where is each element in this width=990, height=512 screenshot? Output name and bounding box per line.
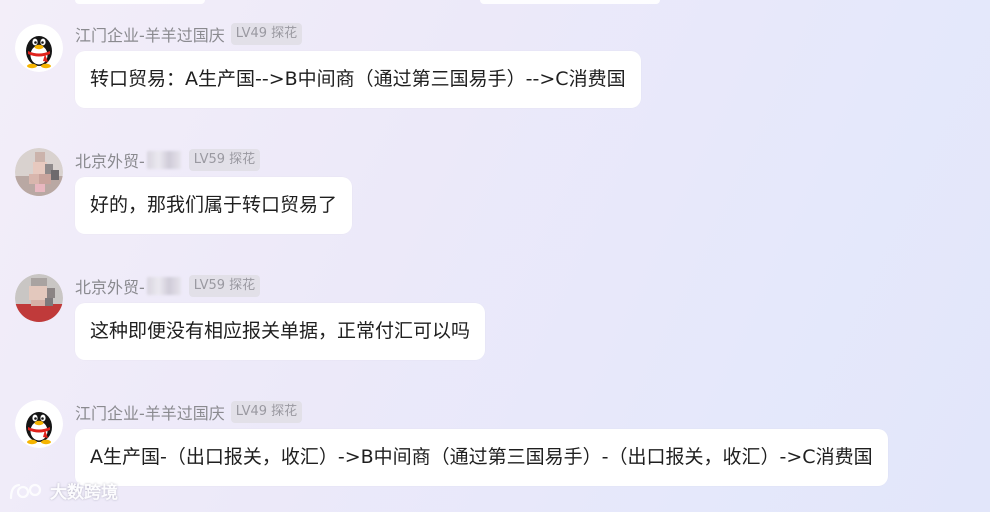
previous-bubble-fragment [480, 0, 660, 4]
watermark: 大数跨境 [8, 478, 118, 503]
sender-line: 北京外贸- LV59 探花 [75, 148, 261, 172]
sender-name[interactable]: 江门企业-羊羊过国庆 [75, 400, 225, 424]
redacted-name-block [146, 277, 181, 295]
blurred-photo-icon [15, 274, 63, 322]
message-bubble[interactable]: 这种即便没有相应报关单据，正常付汇可以吗 [75, 303, 486, 360]
qq-penguin-icon [15, 24, 63, 72]
blurred-photo-icon [15, 148, 63, 196]
avatar[interactable] [15, 400, 63, 448]
message-bubble[interactable]: 好的，那我们属于转口贸易了 [75, 177, 353, 234]
message-bubble[interactable]: 转口贸易：A生产国-->B中间商（通过第三国易手）-->C消费国 [75, 51, 641, 108]
level-badge: LV59 探花 [188, 149, 261, 171]
level-badge: LV49 探花 [230, 23, 303, 45]
level-badge: LV59 探花 [188, 275, 261, 297]
sender-line: 北京外贸- LV59 探花 [75, 274, 261, 298]
avatar[interactable] [15, 274, 63, 322]
sender-name-prefix: 北京外贸- [75, 152, 145, 171]
level-badge: LV49 探花 [230, 401, 303, 423]
previous-bubble-edge [0, 0, 990, 8]
sender-name[interactable]: 江门企业-羊羊过国庆 [75, 22, 225, 46]
sender-name[interactable]: 北京外贸- [75, 274, 183, 298]
watermark-text: 大数跨境 [50, 483, 118, 503]
qq-penguin-icon [15, 400, 63, 448]
redacted-name-block [146, 151, 181, 169]
logo-icon [9, 483, 42, 499]
sender-line: 江门企业-羊羊过国庆 LV49 探花 [75, 400, 303, 424]
sender-line: 江门企业-羊羊过国庆 LV49 探花 [75, 22, 303, 46]
avatar[interactable] [15, 148, 63, 196]
sender-name[interactable]: 北京外贸- [75, 148, 183, 172]
message-bubble[interactable]: A生产国-（出口报关，收汇）->B中间商（通过第三国易手）-（出口报关，收汇）-… [75, 429, 888, 486]
previous-bubble-fragment [75, 0, 205, 4]
sender-name-prefix: 北京外贸- [75, 278, 145, 297]
avatar[interactable] [15, 24, 63, 72]
